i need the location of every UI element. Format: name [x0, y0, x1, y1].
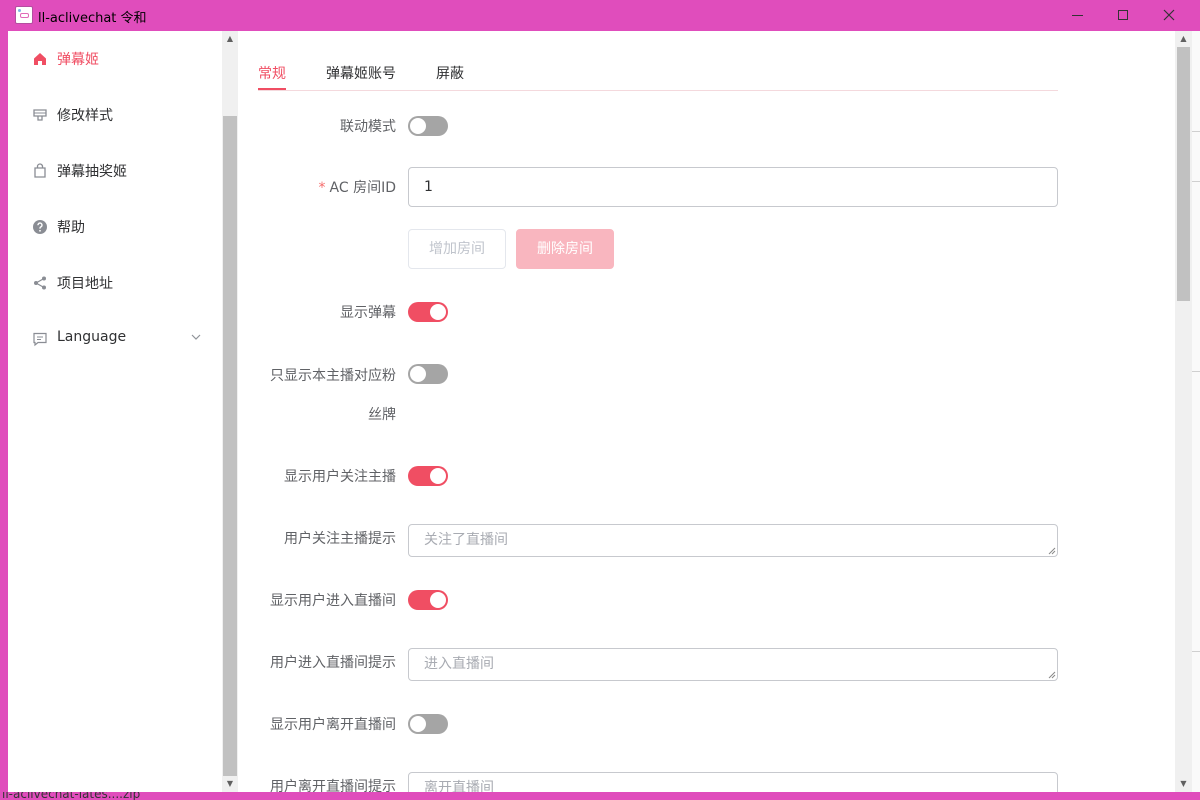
shopping-bag-icon	[34, 163, 46, 178]
question-icon	[33, 220, 47, 234]
sidebar-item-label: 修改样式	[57, 108, 113, 124]
required-mark: *	[318, 180, 326, 196]
tab-bar: 常规 弹幕姬账号 屏蔽	[258, 51, 1058, 91]
maximize-button[interactable]	[1100, 0, 1146, 31]
leave-tip-textarea[interactable]: 离开直播间	[408, 772, 1058, 792]
title-bar: ll-aclivechat 令和	[0, 0, 1200, 31]
room-id-label-text: AC 房间ID	[329, 180, 396, 196]
maximize-icon	[1118, 10, 1128, 20]
home-icon	[34, 53, 46, 65]
show-follow-switch[interactable]	[408, 466, 448, 486]
scroll-down-arrow-icon[interactable]: ▼	[1175, 776, 1192, 792]
linkage-mode-switch[interactable]	[408, 116, 448, 136]
show-leave-switch[interactable]	[408, 714, 448, 734]
tab-block[interactable]: 屏蔽	[436, 63, 464, 83]
app-icon	[15, 6, 33, 24]
sidebar-item-language[interactable]: Language	[8, 311, 222, 367]
window-title: ll-aclivechat 令和	[38, 11, 147, 26]
add-room-button[interactable]: 增加房间	[408, 229, 506, 269]
only-fan-medal-switch[interactable]	[408, 364, 448, 384]
main-scrollbar[interactable]: ▲ ▼	[1175, 31, 1192, 792]
enter-tip-textarea[interactable]: 进入直播间	[408, 648, 1058, 681]
sidebar-item-label: 项目地址	[57, 276, 113, 292]
brush-icon	[33, 109, 47, 121]
enter-tip-label: 用户进入直播间提示	[270, 655, 396, 671]
show-follow-label: 显示用户关注主播	[284, 469, 396, 485]
share-icon	[34, 276, 46, 290]
scroll-up-arrow-icon[interactable]: ▲	[222, 31, 238, 47]
chat-icon	[33, 332, 47, 347]
taskbar-download-label[interactable]: ll-aclivechat-lates....zip	[2, 792, 140, 800]
window-frame-left	[0, 31, 8, 800]
sidebar-item-danmaku[interactable]: 弹幕姬	[8, 31, 222, 87]
sidebar-scroll-thumb[interactable]	[223, 116, 237, 776]
show-danmaku-switch[interactable]	[408, 302, 448, 322]
main-content: 常规 弹幕姬账号 屏蔽 联动模式 * AC 房间ID 1 增加房间 删除房间 显示…	[238, 31, 1175, 792]
room-id-label: * AC 房间ID	[319, 177, 396, 197]
minimize-icon	[1072, 15, 1083, 16]
tab-danmaku-account[interactable]: 弹幕姬账号	[326, 63, 396, 83]
sidebar-item-project[interactable]: 项目地址	[8, 255, 222, 311]
only-fan-medal-label-line2: 丝牌	[368, 407, 396, 423]
show-danmaku-label: 显示弹幕	[340, 305, 396, 321]
follow-tip-label: 用户关注主播提示	[284, 531, 396, 547]
follow-tip-textarea[interactable]: 关注了直播间	[408, 524, 1058, 557]
linkage-mode-label: 联动模式	[340, 119, 396, 135]
resize-handle-icon[interactable]	[1048, 547, 1056, 555]
resize-handle-icon[interactable]	[1048, 671, 1056, 679]
sidebar-item-style[interactable]: 修改样式	[8, 87, 222, 143]
tab-active-indicator	[258, 88, 286, 90]
background-window-edge	[1192, 31, 1200, 792]
main-scroll-thumb[interactable]	[1177, 47, 1190, 301]
sidebar: 弹幕姬 修改样式 弹幕抽奖姬 帮助 项目地址 Language	[8, 31, 222, 792]
scroll-down-arrow-icon[interactable]: ▼	[222, 776, 238, 792]
minimize-button[interactable]	[1054, 0, 1100, 31]
sidebar-item-label: Language	[57, 329, 127, 345]
show-enter-switch[interactable]	[408, 590, 448, 610]
close-button[interactable]	[1146, 0, 1192, 31]
room-id-input[interactable]: 1	[408, 167, 1058, 207]
tab-general[interactable]: 常规	[258, 63, 286, 83]
show-enter-label: 显示用户进入直播间	[270, 593, 396, 609]
sidebar-item-label: 弹幕抽奖姬	[57, 164, 127, 180]
close-icon	[1163, 9, 1175, 21]
sidebar-scrollbar[interactable]: ▲ ▼	[222, 31, 238, 792]
only-fan-medal-label-line1: 只显示本主播对应粉	[270, 368, 396, 384]
chevron-down-icon	[191, 334, 201, 340]
sidebar-item-lottery[interactable]: 弹幕抽奖姬	[8, 143, 222, 199]
show-leave-label: 显示用户离开直播间	[270, 717, 396, 733]
scroll-up-arrow-icon[interactable]: ▲	[1175, 31, 1192, 47]
delete-room-button[interactable]: 删除房间	[516, 229, 614, 269]
taskbar-strip: ll-aclivechat-lates....zip	[0, 792, 1200, 800]
leave-tip-label: 用户离开直播间提示	[270, 779, 396, 792]
sidebar-item-help[interactable]: 帮助	[8, 199, 222, 255]
sidebar-item-label: 帮助	[57, 220, 85, 236]
sidebar-item-label: 弹幕姬	[57, 52, 99, 68]
